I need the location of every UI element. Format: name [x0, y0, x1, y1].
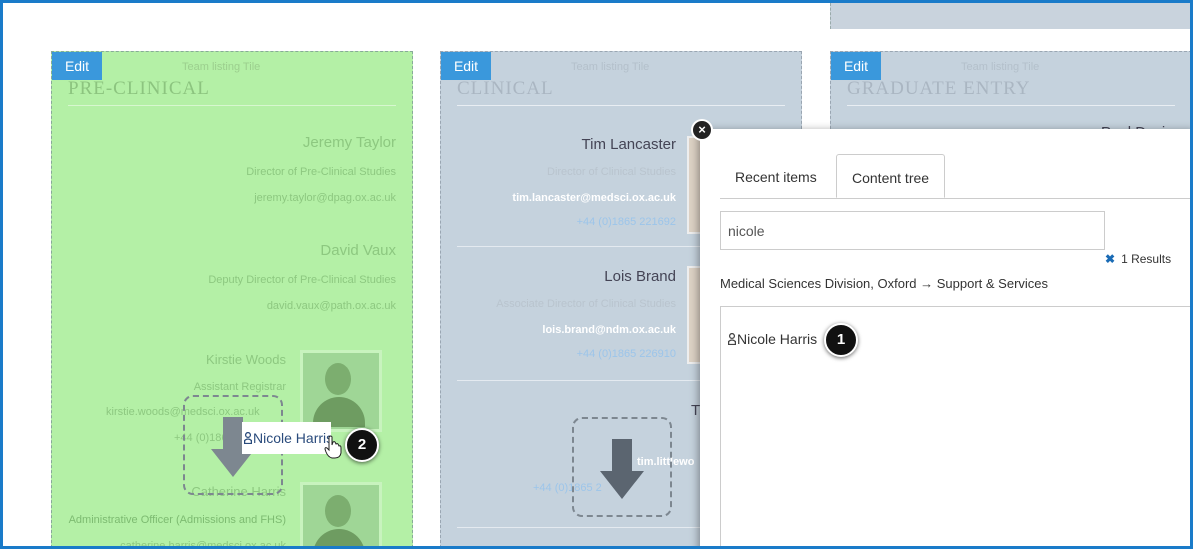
- results-list: Nicole Harris 1: [720, 306, 1190, 546]
- person-role: Associate Director of Clinical Studies: [496, 298, 676, 310]
- person-role: Assistant Registrar: [193, 381, 286, 393]
- person-phone[interactable]: +44 (0)1865 221692: [577, 216, 676, 228]
- edit-button[interactable]: Edit: [831, 52, 881, 80]
- person-email[interactable]: tim.lancaster@medsci.ox.ac.uk: [512, 192, 676, 204]
- tile-type-label: Team listing Tile: [182, 61, 261, 73]
- edit-button[interactable]: Edit: [52, 52, 102, 80]
- edit-button[interactable]: Edit: [441, 52, 491, 80]
- person-name: David Vaux: [320, 242, 396, 259]
- breadcrumb[interactable]: Medical Sciences Division, Oxford → Supp…: [720, 276, 1048, 291]
- step-badge: 2: [345, 428, 379, 462]
- user-icon: [728, 333, 736, 345]
- divider: [457, 105, 785, 106]
- person-photo: [300, 482, 382, 546]
- content-picker-panel: Recent items Content tree ✖ 1 Results Med…: [700, 129, 1190, 546]
- person-email[interactable]: jeremy.taylor@dpag.ox.ac.uk: [254, 192, 396, 204]
- result-item-label: Nicole Harris: [737, 331, 818, 347]
- column-title: GRADUATE ENTRY: [847, 78, 1031, 99]
- results-count-label: 1 Results: [1121, 252, 1172, 266]
- user-icon: [244, 432, 252, 444]
- close-button[interactable]: ×: [691, 119, 713, 141]
- person-phone[interactable]: +44 (0)1865 226910: [577, 348, 676, 360]
- person-role: Director of Pre-Clinical Studies: [246, 166, 396, 178]
- person-role: Deputy Director of Pre-Clinical Studies: [208, 274, 396, 286]
- hand-cursor-icon: [324, 435, 342, 459]
- divider: [68, 105, 396, 106]
- person-name: Kirstie Woods: [206, 352, 286, 367]
- person-role: Director of Clinical Studies: [547, 166, 676, 178]
- tab-content-tree[interactable]: Content tree: [836, 154, 946, 198]
- person-name: Lois Brand: [604, 268, 676, 285]
- search-input[interactable]: [720, 211, 1105, 250]
- person-email[interactable]: catherine.harris@medsci.ox.ac.uk: [120, 540, 286, 546]
- person-photo: [300, 350, 382, 432]
- arrow-down-icon: [600, 439, 644, 499]
- person-email[interactable]: lois.brand@ndm.ox.ac.uk: [542, 324, 676, 336]
- person-name: T: [691, 402, 701, 419]
- person-email[interactable]: david.vaux@path.ox.ac.uk: [267, 300, 396, 312]
- drop-zone[interactable]: [572, 417, 672, 517]
- tab-bar: Recent items Content tree: [720, 154, 1190, 199]
- team-tile-pre-clinical[interactable]: Edit Team listing Tile PRE-CLINICAL Jere…: [51, 51, 413, 546]
- top-tile-strip: [830, 3, 1190, 29]
- results-count: ✖ 1 Results: [1105, 252, 1171, 266]
- step-badge: 1: [824, 323, 858, 357]
- divider: [847, 105, 1175, 106]
- column-title: PRE-CLINICAL: [68, 78, 210, 99]
- close-icon: ×: [693, 121, 711, 139]
- result-item[interactable]: Nicole Harris: [728, 331, 817, 347]
- column-title: CLINICAL: [457, 78, 554, 99]
- tile-type-label: Team listing Tile: [571, 61, 650, 73]
- clear-search-icon[interactable]: ✖: [1105, 252, 1115, 266]
- dragged-item[interactable]: Nicole Harris: [242, 422, 334, 454]
- person-role: Administrative Officer (Admissions and F…: [68, 514, 286, 526]
- screenshot-frame: Edit Team listing Tile PRE-CLINICAL Jere…: [0, 0, 1193, 549]
- tile-type-label: Team listing Tile: [961, 61, 1040, 73]
- person-name: Jeremy Taylor: [302, 134, 396, 151]
- tab-recent-items[interactable]: Recent items: [720, 154, 832, 198]
- person-name: Tim Lancaster: [581, 136, 676, 153]
- dragged-item-label: Nicole Harris: [253, 430, 334, 446]
